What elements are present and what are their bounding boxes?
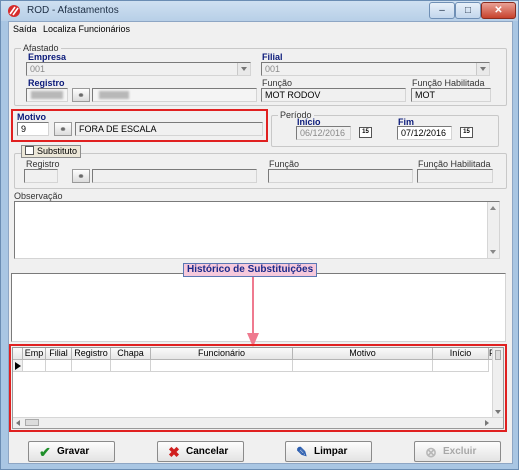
funcao-label: Função [262, 78, 293, 88]
maximize-button[interactable]: □ [455, 2, 481, 19]
binoculars-icon: ⚭ [59, 124, 67, 134]
motivo-description-field: FORA DE ESCALA [75, 122, 263, 136]
scroll-left-icon[interactable] [16, 420, 20, 426]
menu-bar: Saída Localiza Funcionários [9, 22, 512, 37]
close-button[interactable]: ✕ [481, 2, 516, 19]
maximize-icon: □ [464, 5, 472, 16]
redacted-value [31, 91, 63, 99]
grid-cell[interactable] [151, 360, 293, 372]
chevron-down-icon[interactable] [237, 63, 250, 75]
historico-annotation-label: Histórico de Substituições [183, 263, 318, 277]
grid-cell[interactable] [293, 360, 433, 372]
motivo-code-input[interactable]: 9 [17, 122, 49, 136]
minimize-button[interactable]: – [429, 2, 455, 19]
title-bar[interactable]: ROD - Afastamentos – □ ✕ [1, 1, 518, 21]
observacao-scrollbar[interactable] [487, 202, 499, 258]
gravar-button[interactable]: ✔ Gravar [28, 441, 115, 462]
eraser-icon: ✎ [296, 444, 308, 460]
limpar-label: Limpar [314, 446, 348, 457]
grid-cell[interactable] [72, 360, 111, 372]
scroll-thumb[interactable] [25, 419, 39, 426]
column-header-funcionario[interactable]: Funcionário [151, 348, 293, 360]
search-registro-button[interactable]: ⚭ [72, 88, 90, 102]
cancelar-button[interactable]: ✖ Cancelar [157, 441, 244, 462]
substituto-checkbox[interactable]: Substituto [21, 145, 82, 158]
filial-value: 001 [265, 64, 281, 74]
scroll-down-icon[interactable] [495, 410, 501, 414]
fim-date-field[interactable]: 07/12/2016 [397, 126, 452, 140]
empresa-label: Empresa [28, 52, 67, 62]
substituto-funcao-label: Função [269, 159, 300, 169]
checkbox-icon[interactable] [25, 146, 34, 155]
calendar-icon[interactable]: 15 [359, 127, 372, 138]
empresa-select[interactable]: 001 [26, 62, 251, 76]
excluir-label: Excluir [443, 446, 477, 457]
menu-localiza-funcionarios[interactable]: Localiza Funcionários [43, 24, 130, 34]
funcao-habilitada-field: MOT [411, 88, 491, 102]
minimize-icon: – [439, 5, 445, 16]
substituto-funcao-habilitada-label: Função Habilitada [418, 159, 491, 169]
filial-select[interactable]: 001 [261, 62, 490, 76]
column-header-registro[interactable]: Registro [72, 348, 111, 360]
grid-cell[interactable] [111, 360, 151, 372]
column-header-chapa[interactable]: Chapa [111, 348, 151, 360]
scroll-up-icon[interactable] [490, 206, 496, 210]
window-title: ROD - Afastamentos [27, 5, 119, 16]
motivo-label: Motivo [17, 112, 46, 122]
search-substituto-button: ⚭ [72, 169, 90, 183]
scroll-thumb[interactable] [495, 350, 501, 360]
app-window: ROD - Afastamentos – □ ✕ Saída Localiza … [0, 0, 519, 470]
filial-label: Filial [262, 52, 283, 62]
annotation-arrow-icon [247, 277, 259, 347]
delete-icon: ⊗ [425, 444, 437, 460]
registro-nome-field [92, 88, 257, 102]
substituto-registro-input [24, 169, 58, 183]
grid-cell[interactable] [46, 360, 72, 372]
app-logo-icon [8, 5, 20, 17]
close-icon: ✕ [494, 5, 503, 16]
grid-vertical-scrollbar[interactable] [492, 348, 503, 417]
grid-cell[interactable] [433, 360, 489, 372]
binoculars-icon: ⚭ [77, 171, 85, 181]
excluir-button: ⊗ Excluir [414, 441, 501, 462]
inicio-date-field: 06/12/2016 [296, 126, 351, 140]
substituto-funcao-field [268, 169, 413, 183]
calendar-icon[interactable]: 15 [460, 127, 473, 138]
registro-input[interactable] [26, 88, 68, 102]
grid-cell[interactable] [23, 360, 46, 372]
grid-corner [13, 348, 23, 360]
scroll-down-icon[interactable] [490, 250, 496, 254]
column-header-motivo[interactable]: Motivo [293, 348, 433, 360]
empresa-value: 001 [30, 64, 46, 74]
grid-horizontal-scrollbar[interactable] [13, 417, 503, 428]
funcao-habilitada-label: Função Habilitada [412, 78, 485, 88]
close-icon: ✖ [168, 444, 180, 460]
menu-saida[interactable]: Saída [13, 24, 37, 34]
row-pointer-icon [15, 362, 21, 370]
gravar-label: Gravar [57, 446, 90, 457]
cancelar-label: Cancelar [186, 446, 229, 457]
limpar-button[interactable]: ✎ Limpar [285, 441, 372, 462]
binoculars-icon: ⚭ [77, 90, 85, 100]
form-client-area: Saída Localiza Funcionários Afastado Emp… [8, 21, 513, 464]
checkmark-icon: ✔ [39, 444, 51, 460]
observacao-label: Observação [14, 191, 63, 201]
scroll-right-icon[interactable] [485, 420, 489, 426]
observacao-textarea[interactable] [14, 201, 500, 259]
redacted-name [99, 91, 129, 99]
substituto-funcao-habilitada-field [417, 169, 493, 183]
column-header-emp[interactable]: Emp [23, 348, 46, 360]
funcao-field: MOT RODOV [261, 88, 406, 102]
substituto-registro-label: Registro [26, 159, 60, 169]
row-indicator [13, 360, 23, 372]
chevron-down-icon[interactable] [476, 63, 489, 75]
column-header-inicio[interactable]: Início [433, 348, 489, 360]
substituto-nome-field [92, 169, 257, 183]
search-motivo-button[interactable]: ⚭ [54, 122, 72, 136]
column-header-filial[interactable]: Filial [46, 348, 72, 360]
substituto-label: Substituto [37, 146, 78, 156]
registro-label: Registro [28, 78, 65, 88]
historico-grid[interactable]: Emp Filial Registro Chapa Funcionário Mo… [12, 347, 504, 429]
